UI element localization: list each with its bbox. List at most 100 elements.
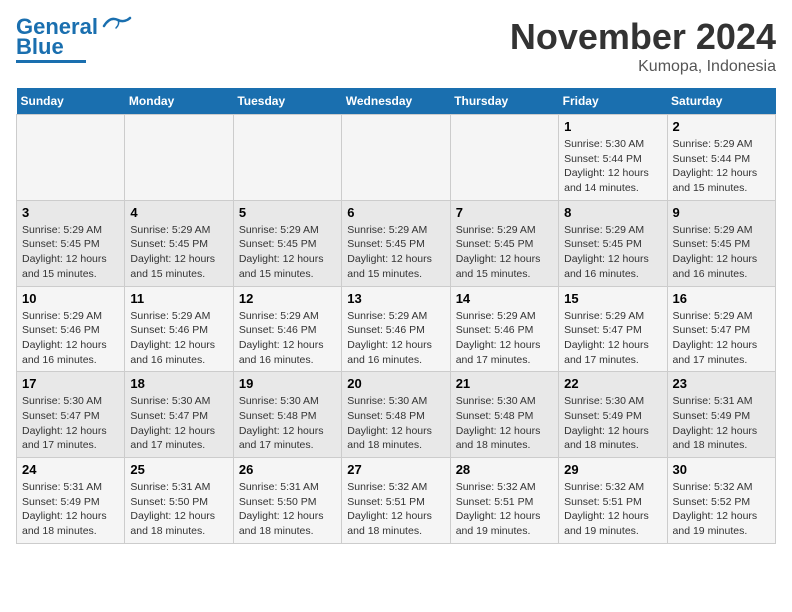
page-header: General Blue November 2024 Kumopa, Indon… [16, 16, 776, 76]
day-number: 11 [130, 291, 227, 306]
day-info: Sunrise: 5:29 AM Sunset: 5:45 PM Dayligh… [456, 223, 553, 282]
day-number: 4 [130, 205, 227, 220]
calendar-cell: 11 Sunrise: 5:29 AM Sunset: 5:46 PM Dayli… [125, 286, 233, 372]
calendar-cell [450, 115, 558, 201]
calendar-cell: 12 Sunrise: 5:29 AM Sunset: 5:46 PM Dayli… [233, 286, 341, 372]
day-number: 18 [130, 376, 227, 391]
day-info: Sunrise: 5:31 AM Sunset: 5:50 PM Dayligh… [239, 480, 336, 539]
calendar-table: SundayMondayTuesdayWednesdayThursdayFrid… [16, 88, 776, 544]
calendar-week-row: 24Sunrise: 5:31 AM Sunset: 5:49 PM Dayli… [17, 458, 776, 544]
day-info: Sunrise: 5:29 AM Sunset: 5:45 PM Dayligh… [130, 223, 227, 282]
day-number: 6 [347, 205, 444, 220]
day-info: Sunrise: 5:30 AM Sunset: 5:48 PM Dayligh… [239, 394, 336, 453]
location-subtitle: Kumopa, Indonesia [510, 58, 776, 76]
calendar-cell [125, 115, 233, 201]
day-info: Sunrise: 5:32 AM Sunset: 5:51 PM Dayligh… [564, 480, 661, 539]
calendar-cell: 20 Sunrise: 5:30 AM Sunset: 5:48 PM Dayli… [342, 372, 450, 458]
calendar-cell: 22 Sunrise: 5:30 AM Sunset: 5:49 PM Dayli… [559, 372, 667, 458]
day-number: 17 [22, 376, 119, 391]
day-info: Sunrise: 5:29 AM Sunset: 5:46 PM Dayligh… [347, 309, 444, 368]
weekday-header-tuesday: Tuesday [233, 88, 341, 115]
logo-bird-icon [102, 14, 132, 36]
calendar-cell: 16Sunrise: 5:29 AM Sunset: 5:47 PM Dayli… [667, 286, 775, 372]
weekday-header-wednesday: Wednesday [342, 88, 450, 115]
calendar-cell: 1Sunrise: 5:30 AM Sunset: 5:44 PM Daylig… [559, 115, 667, 201]
calendar-cell [342, 115, 450, 201]
logo: General Blue [16, 16, 132, 63]
day-number: 19 [239, 376, 336, 391]
logo-blue: Blue [16, 36, 64, 58]
day-number: 23 [673, 376, 770, 391]
calendar-week-row: 1Sunrise: 5:30 AM Sunset: 5:44 PM Daylig… [17, 115, 776, 201]
calendar-week-row: 10 Sunrise: 5:29 AM Sunset: 5:46 PM Dayli… [17, 286, 776, 372]
day-number: 2 [673, 119, 770, 134]
calendar-cell: 4 Sunrise: 5:29 AM Sunset: 5:45 PM Daylig… [125, 200, 233, 286]
day-info: Sunrise: 5:29 AM Sunset: 5:46 PM Dayligh… [130, 309, 227, 368]
weekday-header-friday: Friday [559, 88, 667, 115]
calendar-cell: 28 Sunrise: 5:32 AM Sunset: 5:51 PM Dayli… [450, 458, 558, 544]
day-number: 9 [673, 205, 770, 220]
day-info: Sunrise: 5:32 AM Sunset: 5:51 PM Dayligh… [347, 480, 444, 539]
calendar-cell: 13 Sunrise: 5:29 AM Sunset: 5:46 PM Dayli… [342, 286, 450, 372]
day-info: Sunrise: 5:29 AM Sunset: 5:46 PM Dayligh… [239, 309, 336, 368]
calendar-cell: 15 Sunrise: 5:29 AM Sunset: 5:47 PM Dayli… [559, 286, 667, 372]
calendar-cell: 18 Sunrise: 5:30 AM Sunset: 5:47 PM Dayli… [125, 372, 233, 458]
weekday-header-monday: Monday [125, 88, 233, 115]
calendar-week-row: 17 Sunrise: 5:30 AM Sunset: 5:47 PM Dayli… [17, 372, 776, 458]
calendar-week-row: 3 Sunrise: 5:29 AM Sunset: 5:45 PM Daylig… [17, 200, 776, 286]
weekday-header-thursday: Thursday [450, 88, 558, 115]
day-number: 10 [22, 291, 119, 306]
day-info: Sunrise: 5:29 AM Sunset: 5:46 PM Dayligh… [22, 309, 119, 368]
day-number: 22 [564, 376, 661, 391]
day-number: 30 [673, 462, 770, 477]
calendar-cell [233, 115, 341, 201]
day-info: Sunrise: 5:30 AM Sunset: 5:48 PM Dayligh… [456, 394, 553, 453]
calendar-cell: 8Sunrise: 5:29 AM Sunset: 5:45 PM Daylig… [559, 200, 667, 286]
calendar-cell: 25 Sunrise: 5:31 AM Sunset: 5:50 PM Dayli… [125, 458, 233, 544]
day-number: 28 [456, 462, 553, 477]
logo-underline [16, 60, 86, 63]
day-info: Sunrise: 5:31 AM Sunset: 5:50 PM Dayligh… [130, 480, 227, 539]
calendar-cell: 10 Sunrise: 5:29 AM Sunset: 5:46 PM Dayli… [17, 286, 125, 372]
calendar-cell: 19 Sunrise: 5:30 AM Sunset: 5:48 PM Dayli… [233, 372, 341, 458]
calendar-body: 1Sunrise: 5:30 AM Sunset: 5:44 PM Daylig… [17, 115, 776, 544]
day-info: Sunrise: 5:31 AM Sunset: 5:49 PM Dayligh… [673, 394, 770, 453]
day-info: Sunrise: 5:32 AM Sunset: 5:52 PM Dayligh… [673, 480, 770, 539]
calendar-cell: 9 Sunrise: 5:29 AM Sunset: 5:45 PM Daylig… [667, 200, 775, 286]
day-info: Sunrise: 5:31 AM Sunset: 5:49 PM Dayligh… [22, 480, 119, 539]
day-number: 15 [564, 291, 661, 306]
day-number: 25 [130, 462, 227, 477]
calendar-cell: 24Sunrise: 5:31 AM Sunset: 5:49 PM Dayli… [17, 458, 125, 544]
day-number: 21 [456, 376, 553, 391]
day-number: 3 [22, 205, 119, 220]
day-number: 16 [673, 291, 770, 306]
day-number: 20 [347, 376, 444, 391]
calendar-cell [17, 115, 125, 201]
day-number: 27 [347, 462, 444, 477]
day-info: Sunrise: 5:29 AM Sunset: 5:45 PM Dayligh… [673, 223, 770, 282]
day-info: Sunrise: 5:29 AM Sunset: 5:45 PM Dayligh… [564, 223, 661, 282]
day-info: Sunrise: 5:32 AM Sunset: 5:51 PM Dayligh… [456, 480, 553, 539]
weekday-header-row: SundayMondayTuesdayWednesdayThursdayFrid… [17, 88, 776, 115]
day-number: 12 [239, 291, 336, 306]
weekday-header-saturday: Saturday [667, 88, 775, 115]
calendar-cell: 27 Sunrise: 5:32 AM Sunset: 5:51 PM Dayli… [342, 458, 450, 544]
calendar-cell: 3Sunrise: 5:29 AM Sunset: 5:45 PM Daylig… [17, 200, 125, 286]
day-number: 5 [239, 205, 336, 220]
day-number: 13 [347, 291, 444, 306]
day-info: Sunrise: 5:30 AM Sunset: 5:47 PM Dayligh… [22, 394, 119, 453]
day-info: Sunrise: 5:30 AM Sunset: 5:47 PM Dayligh… [130, 394, 227, 453]
day-info: Sunrise: 5:29 AM Sunset: 5:45 PM Dayligh… [239, 223, 336, 282]
calendar-cell: 6 Sunrise: 5:29 AM Sunset: 5:45 PM Daylig… [342, 200, 450, 286]
calendar-cell: 2Sunrise: 5:29 AM Sunset: 5:44 PM Daylig… [667, 115, 775, 201]
calendar-cell: 7Sunrise: 5:29 AM Sunset: 5:45 PM Daylig… [450, 200, 558, 286]
calendar-header: SundayMondayTuesdayWednesdayThursdayFrid… [17, 88, 776, 115]
day-info: Sunrise: 5:30 AM Sunset: 5:48 PM Dayligh… [347, 394, 444, 453]
day-info: Sunrise: 5:30 AM Sunset: 5:44 PM Dayligh… [564, 137, 661, 196]
day-info: Sunrise: 5:29 AM Sunset: 5:45 PM Dayligh… [347, 223, 444, 282]
day-info: Sunrise: 5:30 AM Sunset: 5:49 PM Dayligh… [564, 394, 661, 453]
day-info: Sunrise: 5:29 AM Sunset: 5:47 PM Dayligh… [564, 309, 661, 368]
day-info: Sunrise: 5:29 AM Sunset: 5:46 PM Dayligh… [456, 309, 553, 368]
calendar-cell: 21 Sunrise: 5:30 AM Sunset: 5:48 PM Dayli… [450, 372, 558, 458]
calendar-cell: 14Sunrise: 5:29 AM Sunset: 5:46 PM Dayli… [450, 286, 558, 372]
